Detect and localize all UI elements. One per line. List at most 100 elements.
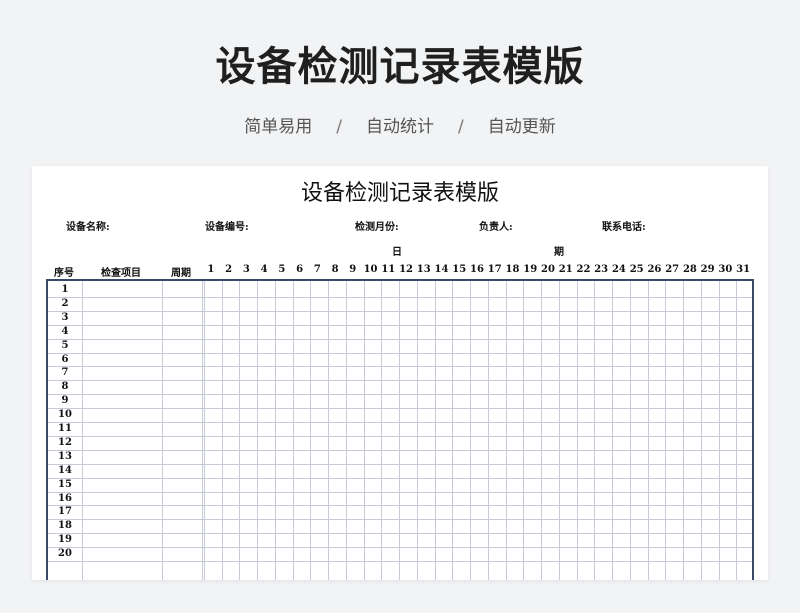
day-header: 30 (718, 264, 733, 275)
day-header: 17 (487, 264, 502, 275)
grid-column-line (665, 281, 667, 580)
spreadsheet-preview: 设备检测记录表模版 设备名称: 设备编号: 检测月份: 负责人: 联系电话: 日… (32, 166, 768, 580)
day-header: 5 (278, 264, 286, 275)
grid-column-line (434, 281, 436, 580)
day-header: 16 (470, 264, 484, 275)
row-number: 18 (58, 520, 72, 532)
grid-row-line (48, 533, 752, 535)
day-header: 22 (576, 264, 591, 275)
grid-column-line (612, 281, 614, 580)
row-number: 16 (58, 492, 72, 504)
grid-column-line (399, 281, 401, 580)
day-header: 9 (349, 264, 357, 275)
day-header: 3 (242, 264, 250, 275)
grid-column-line (736, 281, 738, 580)
day-header: 1 (207, 264, 215, 275)
date-header-left: 日 (392, 247, 402, 258)
grid-row-line (48, 422, 752, 423)
info-phone: 联系电话: (602, 222, 646, 233)
info-month: 检测月份: (355, 222, 399, 233)
info-owner: 负责人: (479, 222, 513, 233)
day-header: 20 (541, 264, 555, 275)
grid-row-line (48, 449, 752, 451)
day-header: 7 (313, 264, 321, 275)
row-number: 9 (61, 395, 69, 407)
row-number: 19 (58, 534, 72, 546)
grid-column-line (558, 281, 560, 580)
grid-row-line (48, 435, 752, 437)
grid-row-line (48, 408, 752, 410)
grid-row-line (48, 394, 752, 396)
row-number: 12 (58, 436, 72, 448)
row-number: 1 (61, 284, 69, 295)
grid-column-line (576, 281, 578, 580)
grid-column-line (452, 281, 454, 580)
sheet-title: 设备检测记录表模版 (300, 181, 499, 206)
grid-column-line (162, 281, 163, 580)
grid-column-line (416, 281, 418, 580)
day-header: 6 (296, 264, 304, 275)
date-header-right: 期 (554, 247, 564, 258)
grid-row-line (48, 366, 752, 368)
separator: / (458, 117, 464, 137)
grid-row-line (48, 519, 752, 521)
grid-column-line (257, 281, 259, 580)
grid-row-line (48, 380, 752, 382)
grid-row-line (48, 561, 752, 562)
grid-row-line (48, 547, 752, 549)
row-number: 14 (58, 464, 72, 476)
grid-row-line (48, 491, 752, 493)
grid-row-line (48, 352, 752, 354)
row-number: 6 (61, 353, 69, 365)
row-number: 17 (58, 506, 72, 518)
grid-column-line (683, 281, 685, 580)
day-header: 14 (434, 264, 449, 275)
grid-row-line (48, 324, 752, 326)
grid-row-line (48, 310, 752, 312)
row-number: 3 (61, 311, 69, 323)
row-number: 15 (58, 478, 72, 490)
grid-column-line (310, 281, 312, 580)
day-header: 8 (331, 264, 339, 275)
grid-column-line (594, 281, 596, 580)
row-number: 10 (58, 409, 72, 421)
grid-row-line (48, 296, 752, 298)
grid-column-line (718, 281, 720, 580)
row-number: 8 (61, 381, 69, 393)
grid-column-line (523, 281, 525, 580)
grid-column-line (274, 281, 276, 580)
feature-list: 简单易用 / 自动统计 / 自动更新 (0, 112, 800, 137)
feature-auto-stats: 自动统计 (366, 117, 434, 137)
day-header: 21 (558, 264, 573, 275)
grid-column-line (292, 281, 294, 580)
page-title: 设备检测记录表模版 (215, 44, 585, 90)
day-header: 2 (225, 264, 233, 275)
grid-column-line (487, 281, 489, 580)
feature-easy: 简单易用 (244, 117, 313, 137)
row-number: 20 (58, 548, 72, 560)
row-number: 2 (61, 297, 69, 309)
day-header: 26 (647, 264, 662, 275)
grid-column-line (239, 281, 241, 580)
day-header: 4 (260, 264, 268, 275)
separator: / (336, 117, 342, 137)
row-number: 7 (61, 367, 69, 379)
day-header: 18 (505, 264, 520, 275)
grid-column-line (700, 281, 702, 580)
day-header: 29 (700, 264, 715, 275)
grid-row-line (48, 463, 752, 465)
grid-column-line (647, 281, 649, 580)
day-header: 13 (416, 264, 431, 275)
day-header: 10 (363, 264, 378, 275)
day-header: 19 (523, 264, 538, 275)
grid-column-line (541, 281, 543, 580)
day-header: 27 (665, 264, 680, 275)
grid-column-line (629, 281, 631, 580)
col-header-item: 检查项目 (101, 268, 141, 279)
day-header: 31 (736, 264, 751, 275)
record-grid: 1 2 3 4 5 6 7 8 9 10 11 12 13 14 15 16 17 18 19 20 (46, 279, 754, 580)
col-header-cycle: 周期 (171, 268, 191, 279)
day-header: 15 (452, 264, 467, 275)
info-device-name: 设备名称: (66, 222, 110, 233)
day-header: 23 (594, 264, 609, 275)
